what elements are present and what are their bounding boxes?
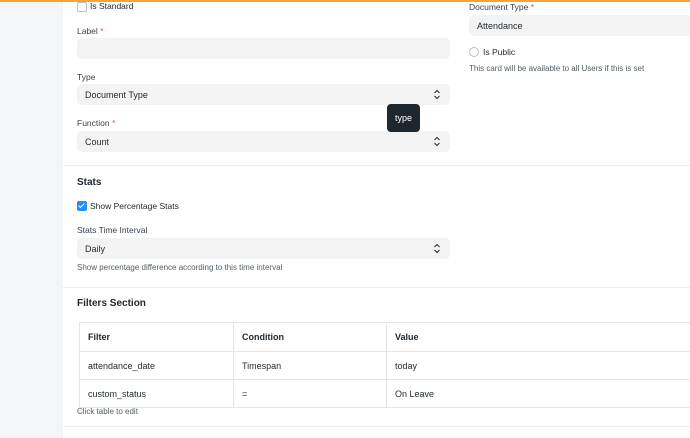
is-public-label: Is Public bbox=[483, 47, 516, 57]
is-public-help: This card will be available to all Users… bbox=[469, 64, 645, 73]
function-select-value: Count bbox=[85, 137, 110, 147]
document-type-value: Attendance bbox=[477, 21, 523, 31]
stats-time-interval-select[interactable]: Daily bbox=[77, 238, 450, 259]
table-header-row: Filter Condition Value bbox=[79, 322, 690, 352]
section-divider bbox=[63, 287, 690, 288]
stats-time-interval-value: Daily bbox=[85, 244, 106, 254]
function-select[interactable]: Count bbox=[77, 131, 450, 152]
is-public-checkbox[interactable] bbox=[469, 47, 479, 57]
chevron-updown-icon bbox=[434, 243, 440, 254]
label-field-label: Label * bbox=[77, 26, 104, 36]
column-header-value: Value bbox=[386, 322, 690, 352]
show-percentage-checkbox[interactable] bbox=[77, 201, 87, 211]
stats-time-interval-label: Stats Time Interval bbox=[77, 225, 148, 235]
column-header-filter: Filter bbox=[79, 322, 234, 352]
column-header-condition: Condition bbox=[233, 322, 387, 352]
chevron-updown-icon bbox=[434, 136, 440, 147]
function-field-label: Function * bbox=[77, 118, 115, 128]
required-mark: * bbox=[530, 2, 535, 12]
type-select-value: Document Type bbox=[85, 90, 148, 100]
document-type-input[interactable]: Attendance bbox=[469, 15, 690, 36]
required-mark: * bbox=[100, 26, 104, 36]
function-field-label-text: Function bbox=[77, 118, 110, 128]
chevron-updown-icon bbox=[434, 89, 440, 100]
table-cell-condition[interactable]: Timespan bbox=[233, 351, 387, 380]
stats-time-interval-help: Show percentage difference according to … bbox=[77, 263, 283, 272]
tooltip: type bbox=[387, 104, 420, 132]
is-standard-checkbox[interactable] bbox=[77, 2, 87, 12]
is-standard-label: Is Standard bbox=[90, 1, 134, 11]
form-card: Is Standard Label * Type Document Type F… bbox=[63, 1, 690, 438]
stats-section-title: Stats bbox=[77, 177, 102, 188]
section-divider bbox=[63, 426, 690, 427]
document-type-label-text: Document Type bbox=[469, 2, 529, 12]
type-select[interactable]: Document Type bbox=[77, 84, 450, 105]
document-type-field-label: Document Type * bbox=[469, 2, 534, 12]
filters-table[interactable]: Filter Condition Value attendance_date T… bbox=[79, 322, 690, 408]
filters-section-title: Filters Section bbox=[77, 298, 146, 309]
table-cell-condition[interactable]: = bbox=[233, 379, 387, 408]
table-cell-value[interactable]: today bbox=[386, 351, 690, 380]
required-mark: * bbox=[111, 118, 116, 128]
label-field-label-text: Label bbox=[77, 26, 98, 36]
label-input[interactable] bbox=[77, 38, 450, 59]
table-row[interactable]: attendance_date Timespan today bbox=[79, 351, 690, 380]
filters-table-help: Click table to edit bbox=[77, 407, 138, 416]
show-percentage-label: Show Percentage Stats bbox=[90, 201, 179, 211]
table-row[interactable]: custom_status = On Leave bbox=[79, 379, 690, 408]
table-cell-value[interactable]: On Leave bbox=[386, 379, 690, 408]
type-field-label: Type bbox=[77, 72, 96, 82]
table-cell-filter[interactable]: custom_status bbox=[79, 379, 234, 408]
section-divider bbox=[63, 165, 690, 166]
table-cell-filter[interactable]: attendance_date bbox=[79, 351, 234, 380]
